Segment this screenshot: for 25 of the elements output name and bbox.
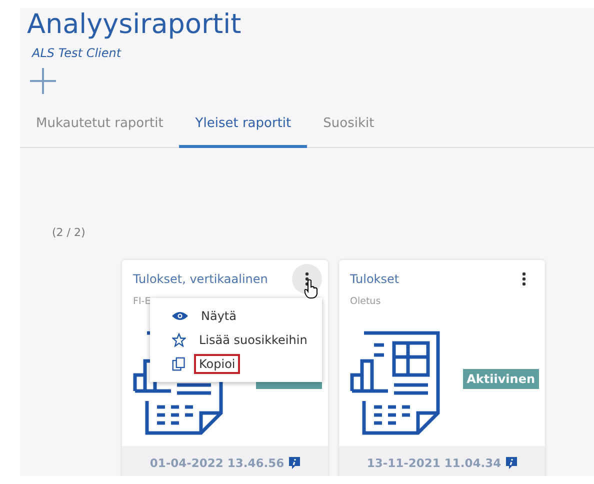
star-icon: [172, 333, 186, 347]
add-icon[interactable]: [30, 68, 56, 94]
info-icon[interactable]: [506, 457, 518, 469]
eye-icon: [172, 311, 188, 321]
menu-item[interactable]: Lisää suosikkeihin: [194, 330, 312, 350]
card-subtitle: FI-E: [132, 295, 152, 307]
page-title: Analyysiraportit: [26, 8, 242, 42]
result-count: (2 / 2): [52, 226, 86, 239]
report-date: 01-04-2022 13.46.56: [150, 456, 284, 470]
card-subtitle: Oletus: [349, 295, 382, 307]
card-title: Tulokset, vertikaalinen: [133, 272, 268, 286]
card-title: Tulokset: [350, 272, 400, 286]
status-badge: Aktiivinen: [462, 368, 539, 388]
report-document-icon: [350, 330, 442, 434]
info-icon[interactable]: [289, 457, 300, 469]
tab[interactable]: Yleiset raportit: [179, 112, 308, 148]
report-date: 13-11-2021 11.04.34: [366, 456, 502, 470]
report-card[interactable]: Tulokset Oletus Aktiivinen 13-11-2021 11.04.34: [339, 260, 545, 476]
menu-item[interactable]: Näytä: [196, 306, 242, 326]
copy-icon: [172, 357, 186, 371]
menu-item[interactable]: Kopioi: [194, 354, 240, 374]
more-icon: [522, 272, 526, 286]
report-card[interactable]: Tulokset, vertikaalinen FI-E 01-04-2022 13.46.56 Näytä Lisää suosikkeihin Kopioi: [122, 260, 328, 476]
client-name: ALS Test Client: [30, 45, 122, 60]
hand-cursor-icon: [304, 279, 318, 299]
